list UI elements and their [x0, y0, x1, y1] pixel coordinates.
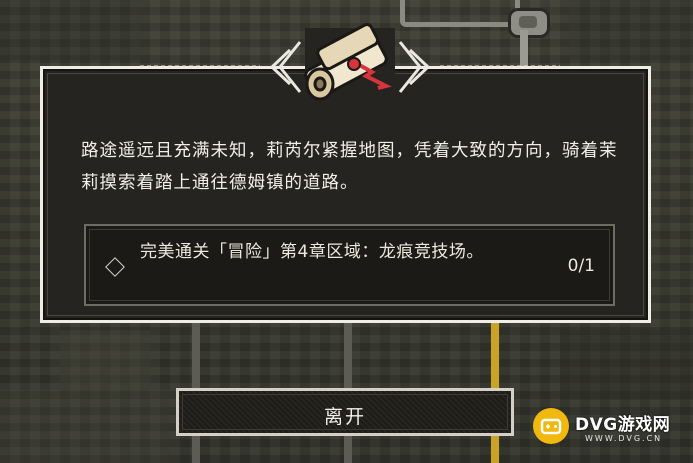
map-tile: [570, 0, 693, 60]
map-tile: [0, 0, 140, 60]
leave-button-label: 离开: [323, 406, 366, 428]
quest-progress: 0/1: [567, 256, 595, 276]
map-path: [344, 436, 352, 463]
watermark-title: DVG游戏网: [575, 415, 671, 435]
map-path: [192, 436, 200, 463]
map-path: [192, 323, 200, 388]
map-tile: [0, 390, 170, 463]
gamepad-logo-icon: [533, 408, 569, 444]
watermark: DVG游戏网 WWW.DVG.CN: [533, 406, 683, 452]
watermark-url: WWW.DVG.CN: [585, 434, 663, 443]
map-tile: [560, 330, 693, 400]
diamond-icon: [105, 257, 125, 277]
map-tile: [60, 330, 150, 390]
quest-objective: 完美通关「冒险」第4章区域：龙痕竞技场。 0/1: [84, 224, 615, 306]
scroll-map-icon: [304, 23, 392, 101]
story-text: 路途遥远且充满未知，莉芮尔紧握地图，凭着大致的方向，骑着茉莉摸索着踏上通往德姆镇…: [81, 141, 618, 193]
leave-button[interactable]: 离开: [176, 388, 514, 436]
map-path: [344, 323, 352, 388]
quest-text: 完美通关「冒险」第4章区域：龙痕竞技场。: [140, 242, 484, 262]
